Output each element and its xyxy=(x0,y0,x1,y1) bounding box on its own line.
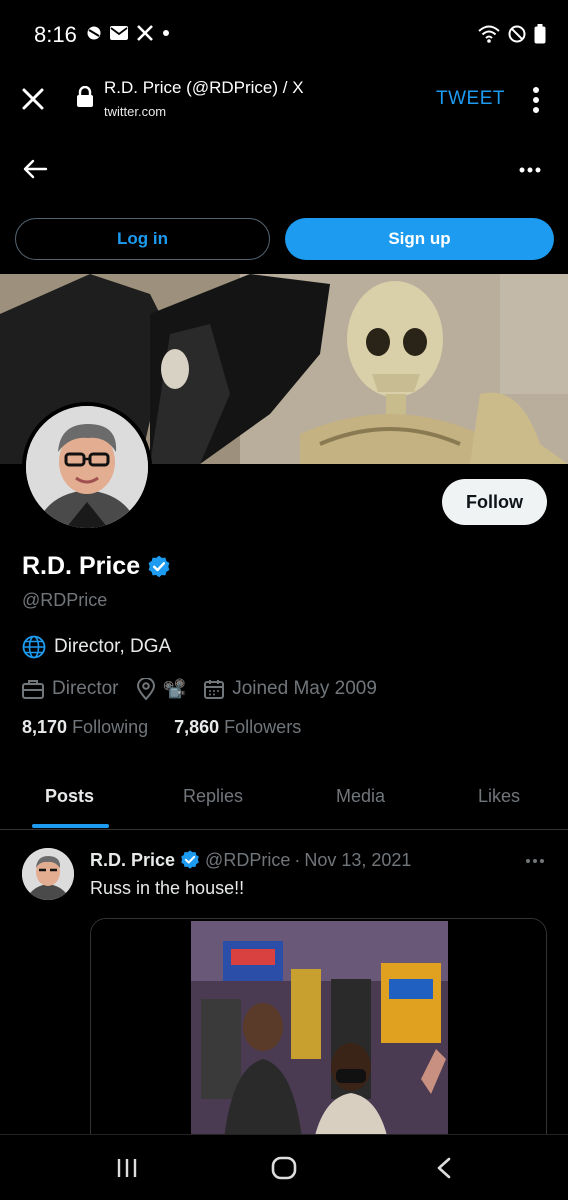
login-button[interactable]: Log in xyxy=(15,218,270,260)
home-icon[interactable] xyxy=(271,1156,297,1180)
calendar-icon xyxy=(204,680,225,699)
post-author-name[interactable]: R.D. Price xyxy=(90,850,175,871)
tab-replies[interactable]: Replies xyxy=(183,786,243,807)
post-separator: · xyxy=(294,849,301,870)
profile-stats: 8,170 Following 7,860 Followers xyxy=(22,717,301,738)
location-text: 📽️ xyxy=(162,679,187,700)
wifi-icon xyxy=(478,25,500,43)
browser-page-title: R.D. Price (@RDPrice) / X xyxy=(104,78,304,97)
post-header: R.D. Price @RDPrice · Nov 13, 2021 xyxy=(90,849,411,871)
signup-button[interactable]: Sign up xyxy=(285,218,554,260)
tab-media[interactable]: Media xyxy=(336,786,385,807)
profile-tabs: Posts Replies Media Likes xyxy=(0,770,568,830)
followers-stat[interactable]: 7,860 Followers xyxy=(174,717,301,738)
profile-avatar[interactable] xyxy=(22,402,152,532)
globe-icon xyxy=(22,635,46,659)
post-author-handle[interactable]: @RDPrice xyxy=(205,850,290,871)
profile-bio: Director, DGA xyxy=(22,635,171,659)
back-icon[interactable] xyxy=(436,1157,452,1179)
post-more-icon[interactable] xyxy=(525,858,545,864)
more-options-icon[interactable] xyxy=(518,166,542,174)
post-text: Russ in the house!! xyxy=(90,878,245,898)
profession-text: Director xyxy=(52,678,119,699)
notification-icon xyxy=(87,26,101,40)
tools-icon xyxy=(137,25,153,41)
profile-handle: @RDPrice xyxy=(22,590,108,610)
following-stat[interactable]: 8,170 Following xyxy=(22,717,148,738)
followers-label: Followers xyxy=(224,717,302,737)
location-item: 📽️ xyxy=(136,677,187,701)
verified-badge-icon xyxy=(148,555,170,577)
browser-toolbar: R.D. Price (@RDPrice) / X twitter.com TW… xyxy=(0,64,568,140)
mail-icon xyxy=(110,26,128,40)
system-nav-bar xyxy=(0,1134,568,1200)
followers-count: 7,860 xyxy=(174,717,220,737)
follow-button[interactable]: Follow xyxy=(442,479,547,525)
display-name-text: R.D. Price xyxy=(22,552,141,580)
tweet-button[interactable]: TWEET xyxy=(436,88,505,110)
profile-meta: Director 📽️ Joined May 2009 xyxy=(22,677,395,701)
dot-icon xyxy=(163,30,169,36)
post-author-avatar[interactable] xyxy=(22,848,74,900)
do-not-disturb-icon xyxy=(508,25,526,43)
tab-posts[interactable]: Posts xyxy=(45,786,94,807)
following-count: 8,170 xyxy=(22,717,68,737)
post-verified-badge-icon xyxy=(181,850,199,869)
profession-item: Director xyxy=(22,678,119,700)
active-tab-indicator xyxy=(32,824,109,828)
overflow-menu-icon[interactable] xyxy=(528,86,544,114)
recent-apps-icon[interactable] xyxy=(116,1157,138,1179)
following-label: Following xyxy=(72,717,149,737)
bio-text: Director, DGA xyxy=(54,636,172,657)
close-icon[interactable] xyxy=(18,84,48,114)
status-bar: 8:16 xyxy=(0,0,568,64)
lock-icon xyxy=(77,86,93,107)
post-date[interactable]: Nov 13, 2021 xyxy=(304,850,411,871)
tab-likes[interactable]: Likes xyxy=(478,786,520,807)
back-arrow-icon[interactable] xyxy=(22,158,48,180)
location-pin-icon xyxy=(136,678,155,700)
avatar-image xyxy=(26,406,148,528)
status-notification-icons xyxy=(86,24,170,42)
briefcase-icon xyxy=(22,680,44,699)
joined-item: Joined May 2009 xyxy=(204,678,377,700)
joined-text: Joined May 2009 xyxy=(232,678,377,699)
profile-display-name: R.D. Price xyxy=(22,552,172,581)
profile-nav xyxy=(0,140,568,202)
battery-icon xyxy=(534,24,546,44)
status-time: 8:16 xyxy=(34,22,77,47)
browser-url[interactable]: twitter.com xyxy=(104,104,166,119)
status-system-icons xyxy=(478,24,546,44)
post-avatar-image xyxy=(22,848,74,900)
